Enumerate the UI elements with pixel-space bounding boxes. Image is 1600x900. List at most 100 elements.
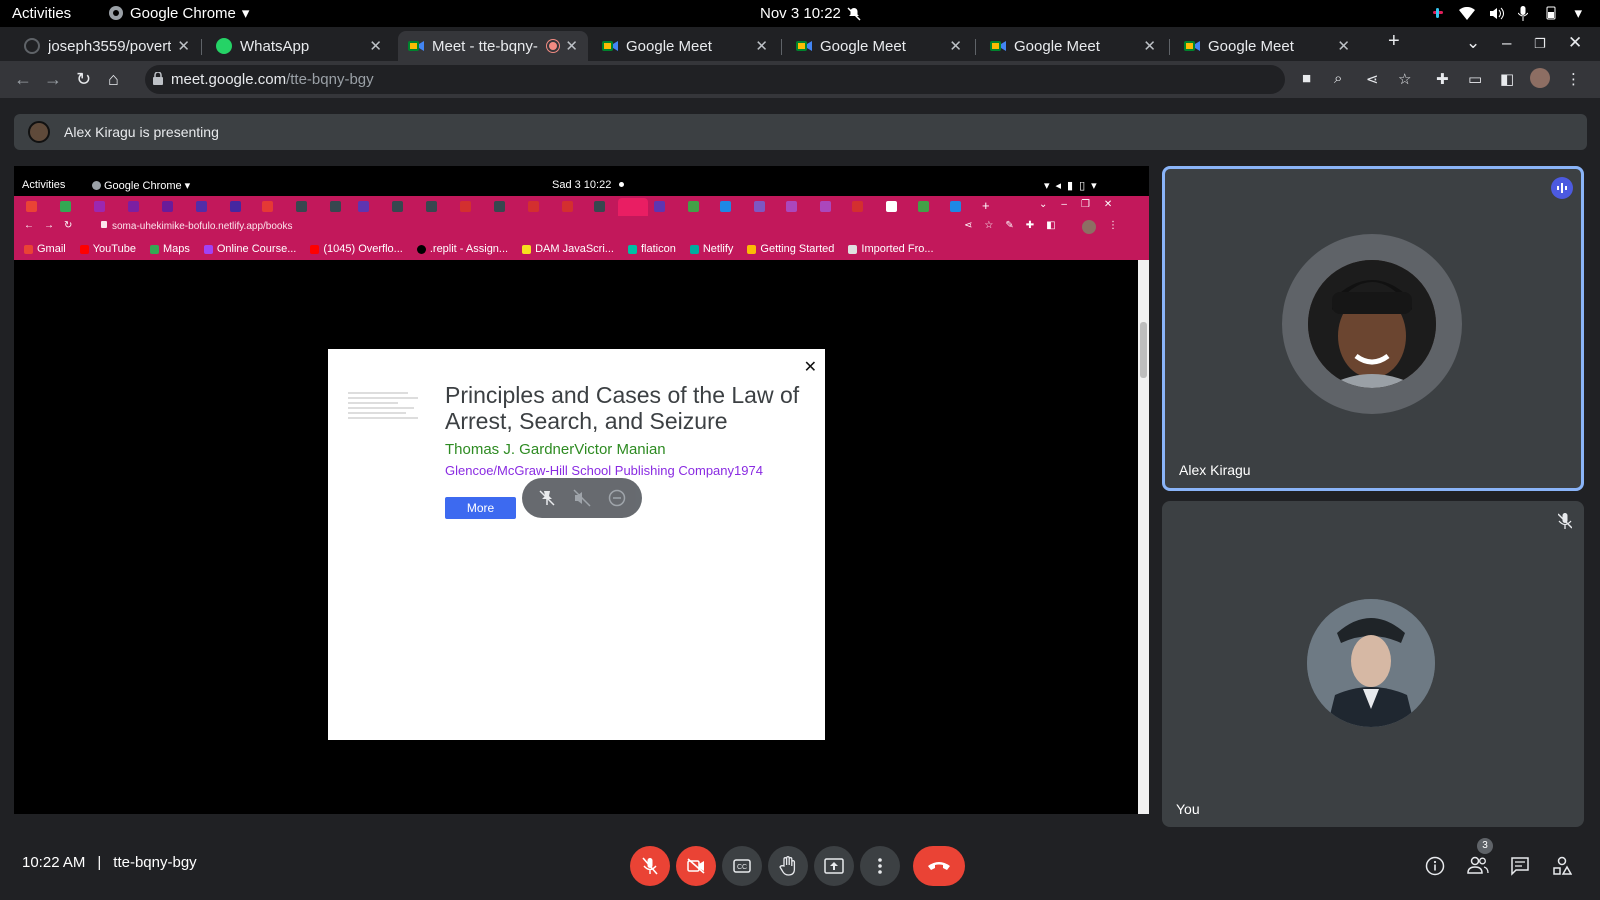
- recording-icon: [547, 40, 560, 52]
- shared-gnome-bar: Activities Google Chrome ▾ Sad 3 10:22 ▾…: [14, 176, 1149, 196]
- notifications-off-icon: [847, 6, 861, 21]
- leave-call-button[interactable]: [913, 846, 965, 886]
- new-tab-icon[interactable]: +: [1388, 30, 1400, 53]
- remove-icon[interactable]: [608, 489, 626, 507]
- clock-label: Nov 3 10:22: [760, 5, 841, 22]
- tab-favicon-icon: [528, 201, 539, 212]
- tab-github[interactable]: joseph3559/poverty ✕: [14, 31, 200, 61]
- more-options-button[interactable]: [860, 846, 900, 886]
- people-icon: [1467, 856, 1489, 874]
- close-icon[interactable]: ✕: [755, 37, 768, 55]
- minimize-icon[interactable]: –: [1502, 33, 1511, 53]
- hand-icon: [779, 856, 797, 876]
- activities-button[interactable]: Activities: [12, 5, 71, 22]
- mic-toggle-button[interactable]: [630, 846, 670, 886]
- captions-button[interactable]: CC: [722, 846, 762, 886]
- tab-google-meet[interactable]: Google Meet ✕: [786, 31, 972, 61]
- back-icon[interactable]: ←: [14, 69, 32, 90]
- svg-text:CC: CC: [737, 864, 747, 871]
- book-publisher: Glencoe/McGraw-Hill School Publishing Co…: [445, 463, 763, 478]
- unpin-icon[interactable]: [538, 489, 556, 507]
- shared-toolbar-icons: ⋖☆✎✚◧: [964, 220, 1068, 231]
- people-button[interactable]: [1467, 856, 1489, 874]
- address-bar[interactable]: meet.google.com/tte-bqny-bgy: [145, 65, 1285, 94]
- close-window-icon[interactable]: ✕: [1568, 33, 1582, 53]
- restore-icon[interactable]: ❐: [1534, 36, 1546, 52]
- camera-off-icon: [687, 858, 705, 874]
- bookmark-star-icon[interactable]: ☆: [1398, 70, 1411, 88]
- meeting-code: tte-bqny-bgy: [113, 854, 197, 871]
- shared-app-label: Google Chrome: [104, 179, 182, 192]
- side-panel-icon[interactable]: ◧: [1500, 70, 1514, 88]
- bookmark-folder: Imported Fro...: [848, 243, 934, 255]
- activities-button[interactable]: [1552, 856, 1572, 876]
- shared-tab-strip: + ⌄–❐✕: [14, 196, 1149, 216]
- camera-icon[interactable]: ■: [1302, 70, 1311, 87]
- present-icon: [824, 858, 844, 874]
- system-tray[interactable]: ▾: [1431, 4, 1582, 22]
- mute-audio-icon[interactable]: [573, 489, 591, 507]
- lock-icon: [153, 72, 163, 85]
- presenter-controls-overlay[interactable]: [522, 478, 642, 518]
- bookmark-item: (1045) Overflo...: [310, 243, 403, 255]
- close-icon[interactable]: ✕: [369, 37, 382, 55]
- app-menu[interactable]: Google Chrome ▾: [108, 4, 249, 22]
- shared-window-controls: ⌄–❐✕: [1039, 199, 1127, 210]
- close-icon[interactable]: ✕: [949, 37, 962, 55]
- presenting-text: Alex Kiragu is presenting: [64, 124, 219, 140]
- zoom-icon[interactable]: ⌕: [1334, 70, 1342, 87]
- tab-google-meet[interactable]: Google Meet ✕: [1174, 31, 1360, 61]
- book-cover-thumbnail: [348, 389, 424, 431]
- chevron-down-icon: ▾: [241, 5, 250, 22]
- camera-toggle-button[interactable]: [676, 846, 716, 886]
- close-icon[interactable]: ✕: [1143, 37, 1156, 55]
- home-icon[interactable]: ⌂: [108, 69, 119, 90]
- clock[interactable]: Nov 3 10:22: [760, 5, 861, 22]
- tab-favicon-icon: [26, 201, 37, 212]
- tab-favicon-icon: [128, 201, 139, 212]
- tab-favicon-icon: [94, 201, 105, 212]
- avatar: [1308, 260, 1436, 388]
- close-icon[interactable]: ✕: [1337, 37, 1350, 55]
- close-icon[interactable]: ✕: [177, 37, 190, 55]
- tab-strip: joseph3559/poverty ✕ WhatsApp ✕ Meet - t…: [0, 27, 1600, 61]
- mic-off-icon: [642, 857, 658, 875]
- profile-avatar[interactable]: [1530, 68, 1550, 88]
- info-icon: [1425, 856, 1445, 876]
- github-icon: [24, 38, 40, 54]
- more-button: More: [445, 497, 516, 519]
- new-tab-icon: +: [982, 198, 990, 213]
- meeting-info-button[interactable]: [1425, 856, 1445, 876]
- tab-favicon-icon: [654, 201, 665, 212]
- participant-tile-alex[interactable]: Alex Kiragu: [1162, 166, 1584, 491]
- tab-whatsapp[interactable]: WhatsApp ✕: [206, 31, 392, 61]
- tab-google-meet[interactable]: Google Meet ✕: [980, 31, 1166, 61]
- extensions-icon[interactable]: ✚: [1436, 70, 1449, 88]
- current-time: 10:22 AM: [22, 854, 86, 871]
- raise-hand-button[interactable]: [768, 846, 808, 886]
- tab-favicon-icon: [820, 201, 831, 212]
- present-now-button[interactable]: [814, 846, 854, 886]
- tab-google-meet[interactable]: Google Meet ✕: [592, 31, 778, 61]
- shared-activities: Activities: [22, 179, 66, 191]
- activities-shapes-icon: [1552, 856, 1572, 876]
- tab-search-icon[interactable]: ⌄: [1466, 33, 1480, 53]
- shared-screen[interactable]: Activities Google Chrome ▾ Sad 3 10:22 ▾…: [14, 166, 1149, 814]
- tab-title: WhatsApp: [240, 37, 310, 55]
- forward-icon[interactable]: →: [44, 69, 62, 90]
- gnome-top-bar: Activities Google Chrome ▾ Nov 3 10:22 ▾: [0, 0, 1600, 27]
- shared-active-tab: [618, 198, 648, 216]
- separator: |: [97, 854, 102, 871]
- tab-title: Google Meet: [1208, 37, 1294, 55]
- chat-button[interactable]: [1510, 856, 1530, 876]
- bookmark-item: .replit - Assign...: [416, 243, 508, 255]
- cast-icon[interactable]: ▭: [1468, 70, 1482, 88]
- tab-meet-active[interactable]: Meet - tte-bqny- ✕: [398, 31, 588, 61]
- share-icon[interactable]: ⋖: [1366, 70, 1379, 88]
- chrome-icon: [108, 5, 124, 21]
- reload-icon[interactable]: ↻: [76, 69, 91, 90]
- participant-tile-you[interactable]: You: [1162, 501, 1584, 827]
- chrome-menu-icon[interactable]: ⋮: [1566, 70, 1581, 88]
- close-icon[interactable]: ✕: [565, 37, 578, 55]
- more-vert-icon: [878, 858, 882, 874]
